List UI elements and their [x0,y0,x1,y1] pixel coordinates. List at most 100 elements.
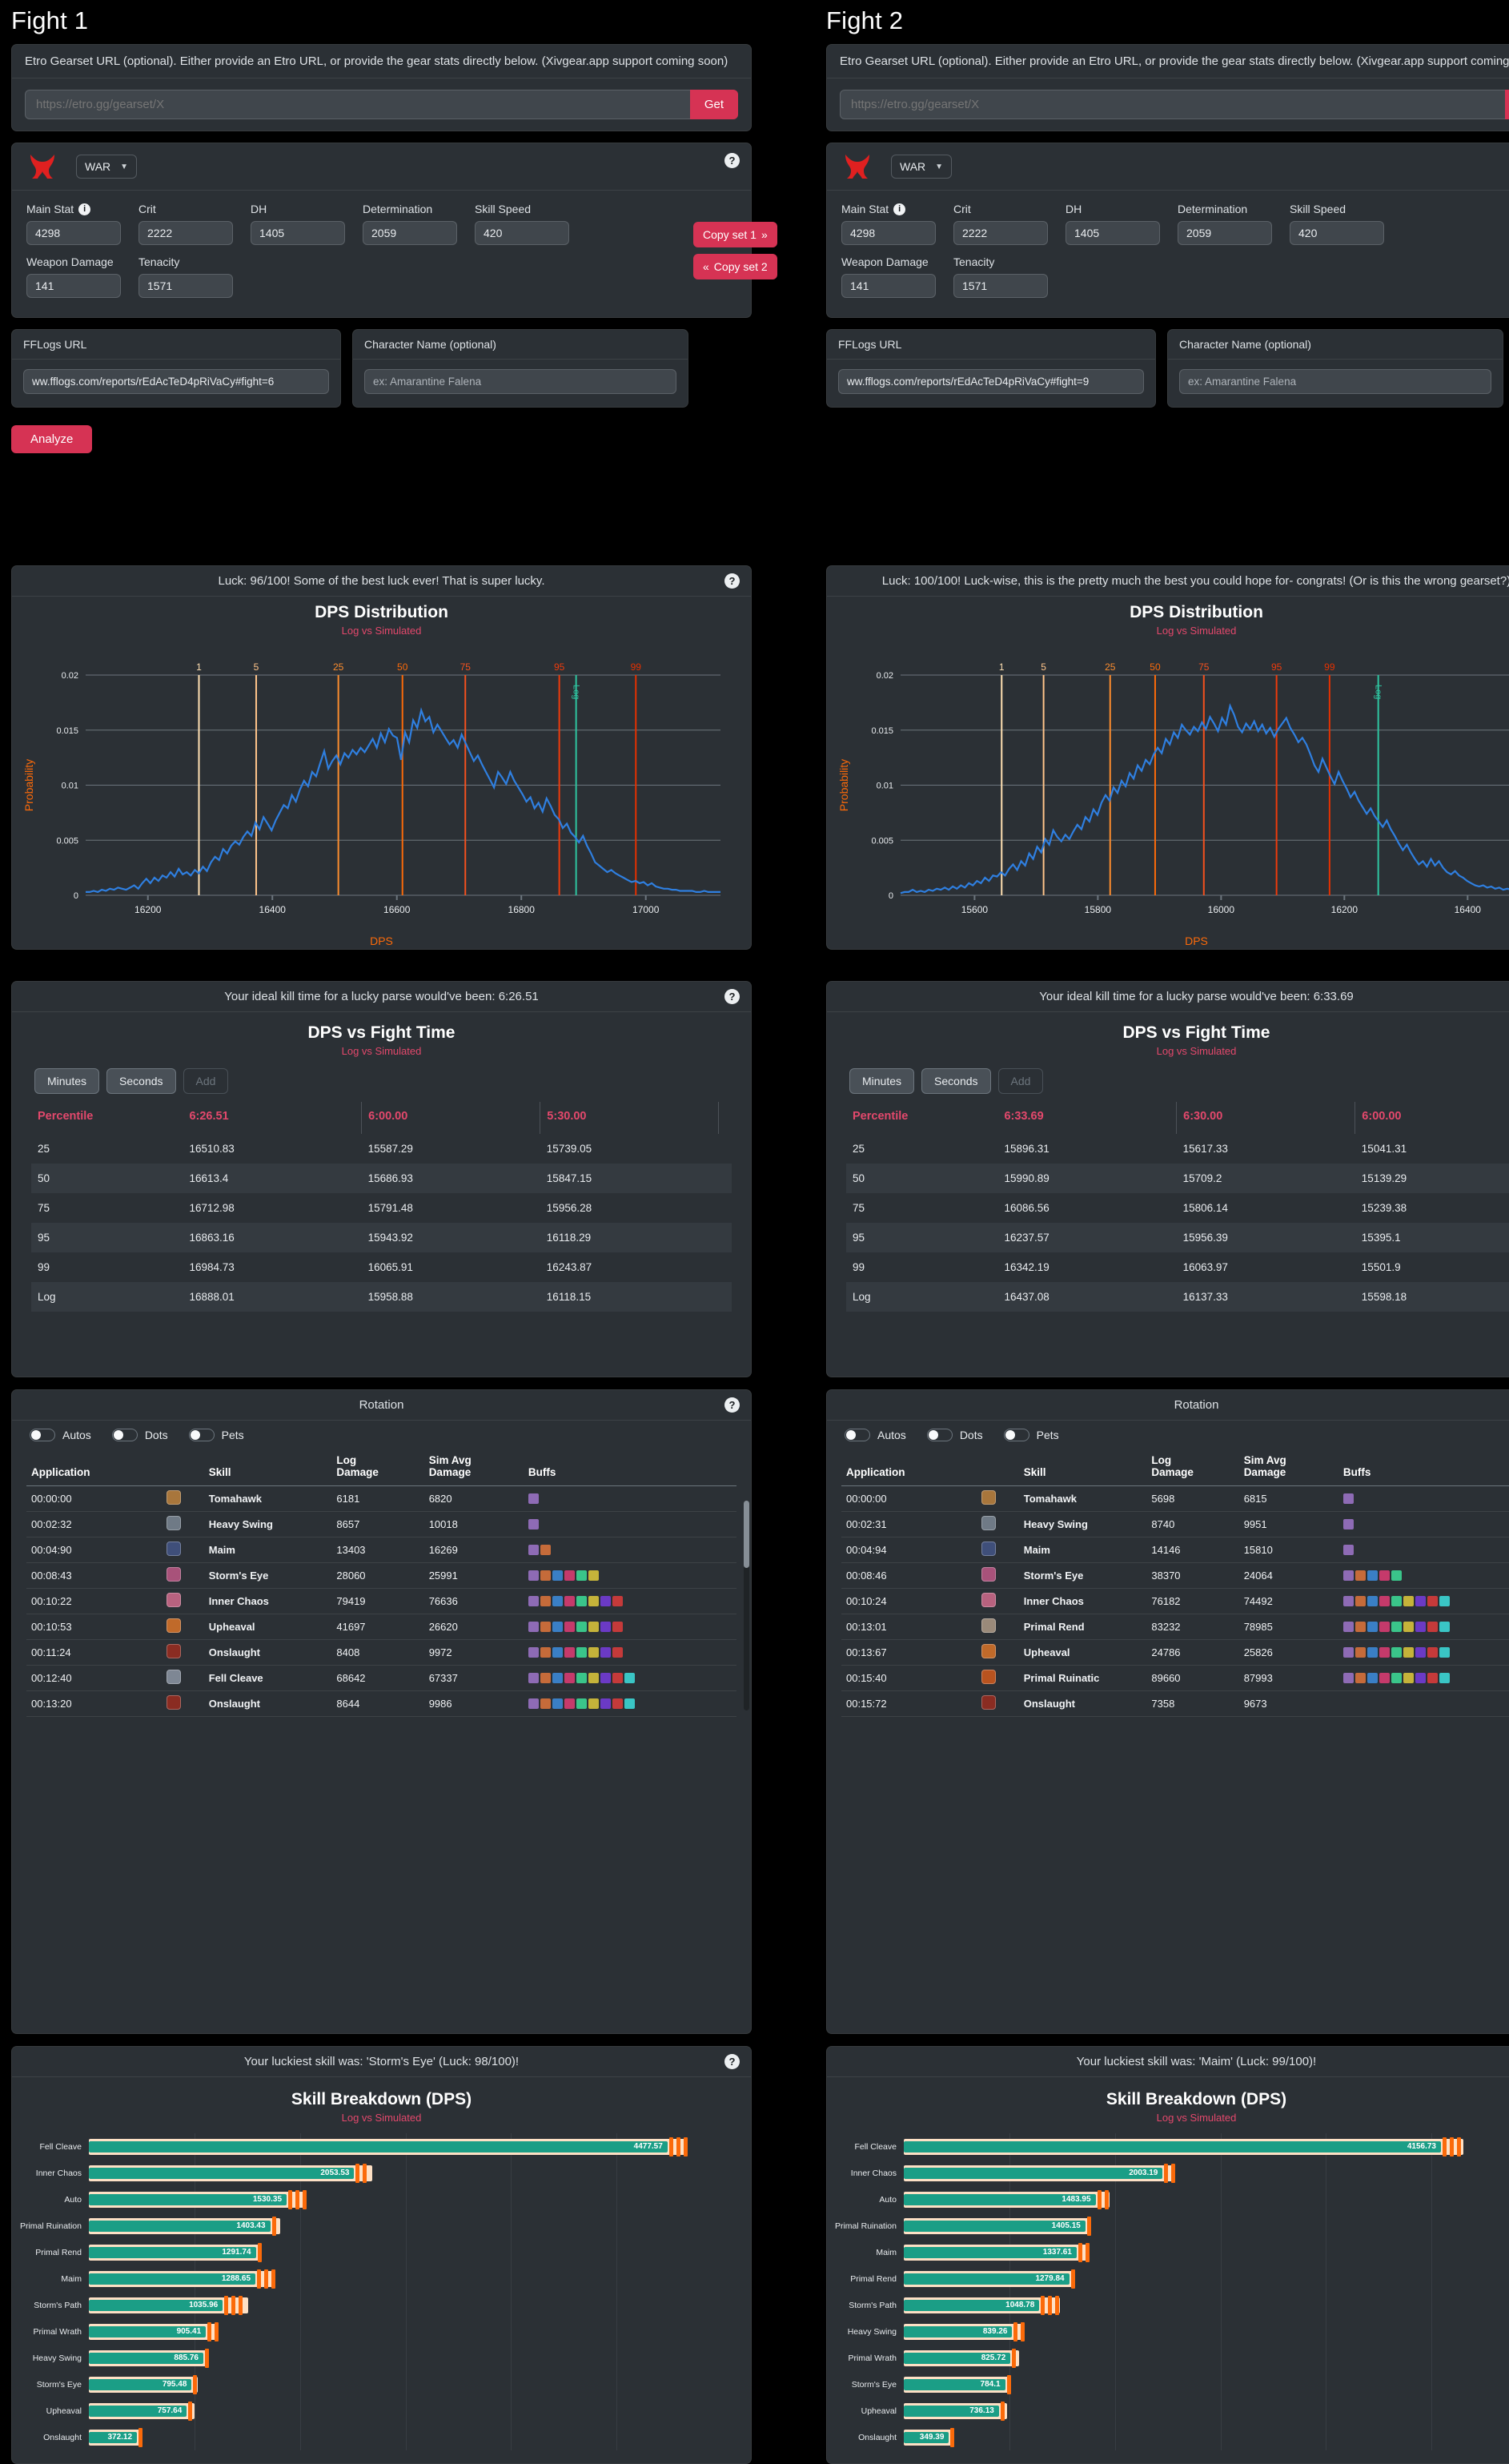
skill-icon [976,1716,1019,1719]
svg-text:Log: Log [1374,685,1383,699]
skill-breakdown-label: Primal Ruination [19,2221,82,2231]
help-icon-kill-time-1[interactable]: ? [724,989,740,1004]
stat-input-crit-1[interactable] [138,221,233,245]
toggle-switch-icon[interactable] [111,1429,138,1441]
skill-breakdown-track: 1279.84 [904,2269,1509,2289]
stat-input-main-stat-1[interactable] [26,221,121,245]
skill-breakdown-label: Storm's Path [34,2300,82,2310]
stat-input-dh-2[interactable] [1066,221,1160,245]
stat-input-main-stat-2[interactable] [841,221,936,245]
minutes-toggle-2[interactable]: Minutes [849,1068,915,1094]
job-select-1[interactable]: WAR ▼ [76,155,138,179]
app-root: Fight 1 Etro Gearset URL (optional). Eit… [0,0,1509,2464]
svg-text:5: 5 [1041,661,1046,673]
skill-breakdown-track: 757.64 [89,2401,732,2422]
job-select-2[interactable]: WAR ▼ [891,155,953,179]
help-icon-rotation-1[interactable]: ? [724,1397,740,1413]
dps-cell: 95 [846,1223,998,1252]
stat-input-determination-1[interactable] [363,221,457,245]
etro-get-button-2[interactable]: Get [1504,90,1509,119]
copy-set-1-button[interactable]: Copy set 1 » [693,222,777,247]
rotation-toggle-autos[interactable]: Autos [30,1429,91,1441]
skill-breakdown-label: Primal Wrath [33,2326,82,2337]
distribution-plot-1: 0 0.005 0.01 0.015 0.02 16200 16400 16600 16800 1… [22,661,720,947]
toggle-switch-icon[interactable] [30,1429,55,1441]
rotation-toggle-autos[interactable]: Autos [845,1429,906,1441]
skill-breakdown-track: 839.26 [904,2321,1509,2342]
seconds-toggle-2[interactable]: Seconds [921,1068,991,1094]
distribution-chart-subtitle-2: Log vs Simulated [1156,625,1237,637]
stat-row-secondary-2: Weapon Damage Tenacity [841,255,1509,298]
skill-breakdown-plot-2: Fell Cleave 4156.73 Inner Chaos 2003.19 Auto… [827,2133,1509,2450]
stat-input-determination-2[interactable] [1178,221,1272,245]
svg-text:16400: 16400 [1455,904,1482,915]
log-value-bar: 1048.78 [904,2299,1040,2311]
seconds-toggle-1[interactable]: Seconds [106,1068,176,1094]
help-icon-gear-1[interactable]: ? [724,153,740,168]
toggle-switch-icon[interactable] [926,1429,953,1441]
add-time-button-1[interactable]: Add [183,1068,229,1094]
skill-breakdown-row: Onslaught 372.12 [12,2424,732,2450]
rotation-toggle-dots[interactable]: Dots [111,1429,168,1441]
stat-input-skill-speed-1[interactable] [475,221,569,245]
help-icon-skill-breakdown-1[interactable]: ? [724,2054,740,2069]
distribution-plot-2: 0 0.005 0.01 0.015 0.02 15600 15800 16000 16200 1… [837,661,1509,947]
log-value-bar: 905.41 [89,2325,207,2337]
skill-breakdown-track: 4477.57 [89,2136,732,2157]
rotation-toggle-dots[interactable]: Dots [926,1429,983,1441]
rotation-toggle-pets[interactable]: Pets [1003,1429,1059,1441]
luckiest-skill-banner-2: Your luckiest skill was: 'Maim' (Luck: 9… [1076,2055,1317,2068]
dps-cell: 99 [38,1261,50,1273]
character-name-input-2[interactable] [1179,369,1491,394]
skill-breakdown-plot-1: Fell Cleave 4477.57 Inner Chaos 2053.53 Auto… [12,2133,751,2450]
character-name-input-1[interactable] [364,369,676,394]
skill-breakdown-label: Upheaval [861,2406,897,2416]
stat-input-weapon-damage-1[interactable] [26,274,121,298]
percentile-marker [271,2269,276,2289]
rotation-time: 00:08:43 [26,1562,162,1589]
dps-cell: 25 [38,1143,50,1155]
minutes-toggle-1[interactable]: Minutes [34,1068,100,1094]
stat-input-dh-1[interactable] [251,221,345,245]
info-icon-main-stat-2[interactable]: i [893,203,906,215]
dps-table-row: Log 16888.01 15958.88 16118.15 [31,1282,732,1312]
percentile-marker [288,2189,293,2209]
svg-text:Log: Log [572,685,581,699]
dps-table-row: 95 16863.16 15943.92 16118.29 [31,1223,732,1252]
add-time-button-2[interactable]: Add [997,1068,1044,1094]
dps-cell: 16888.01 [183,1282,362,1312]
stat-input-tenacity-1[interactable] [138,274,233,298]
dps-col-header: Percentile [38,1110,94,1123]
rotation-scroll-thumb-1[interactable] [744,1501,749,1568]
dps-cell: 16437.08 [997,1282,1177,1312]
copy-set-2-button[interactable]: « Copy set 2 [693,254,777,279]
rotation-row: 00:11:24 Onslaught 8408 9972 [26,1639,736,1666]
etro-url-input-2[interactable] [840,90,1505,119]
percentile-marker [295,2189,300,2209]
etro-url-input-1[interactable] [25,90,690,119]
rotation-scrollbar-1[interactable] [744,1501,749,1710]
analyze-button[interactable]: Analyze [11,425,93,453]
stat-determination-2: Determination [1178,202,1272,245]
percentile-marker [1171,2163,1176,2183]
fflogs-url-input-2[interactable] [838,369,1144,394]
help-icon-distribution-1[interactable]: ? [724,573,740,589]
toggle-switch-icon[interactable] [1003,1429,1029,1441]
percentile-marker [1048,2295,1053,2315]
fight-2-column: Fight 2 Etro Gearset URL (optional). Eit… [826,6,1509,408]
rotation-toggle-pets[interactable]: Pets [188,1429,244,1441]
chevron-down-icon-1: ▼ [120,162,129,171]
percentile-marker [207,2321,212,2341]
toggle-switch-icon[interactable] [845,1429,870,1441]
dps-col-header: 6:00.00 [361,1102,541,1134]
stat-input-crit-2[interactable] [953,221,1048,245]
dps-cell: 75 [38,1202,50,1214]
info-icon-main-stat-1[interactable]: i [78,203,91,215]
stat-input-tenacity-2[interactable] [953,274,1048,298]
skill-breakdown-row: Heavy Swing 885.76 [12,2345,732,2371]
toggle-switch-icon[interactable] [188,1429,215,1441]
etro-get-button-1[interactable]: Get [689,90,738,119]
stat-input-weapon-damage-2[interactable] [841,274,936,298]
stat-input-skill-speed-2[interactable] [1290,221,1384,245]
fflogs-url-input-1[interactable] [23,369,329,394]
